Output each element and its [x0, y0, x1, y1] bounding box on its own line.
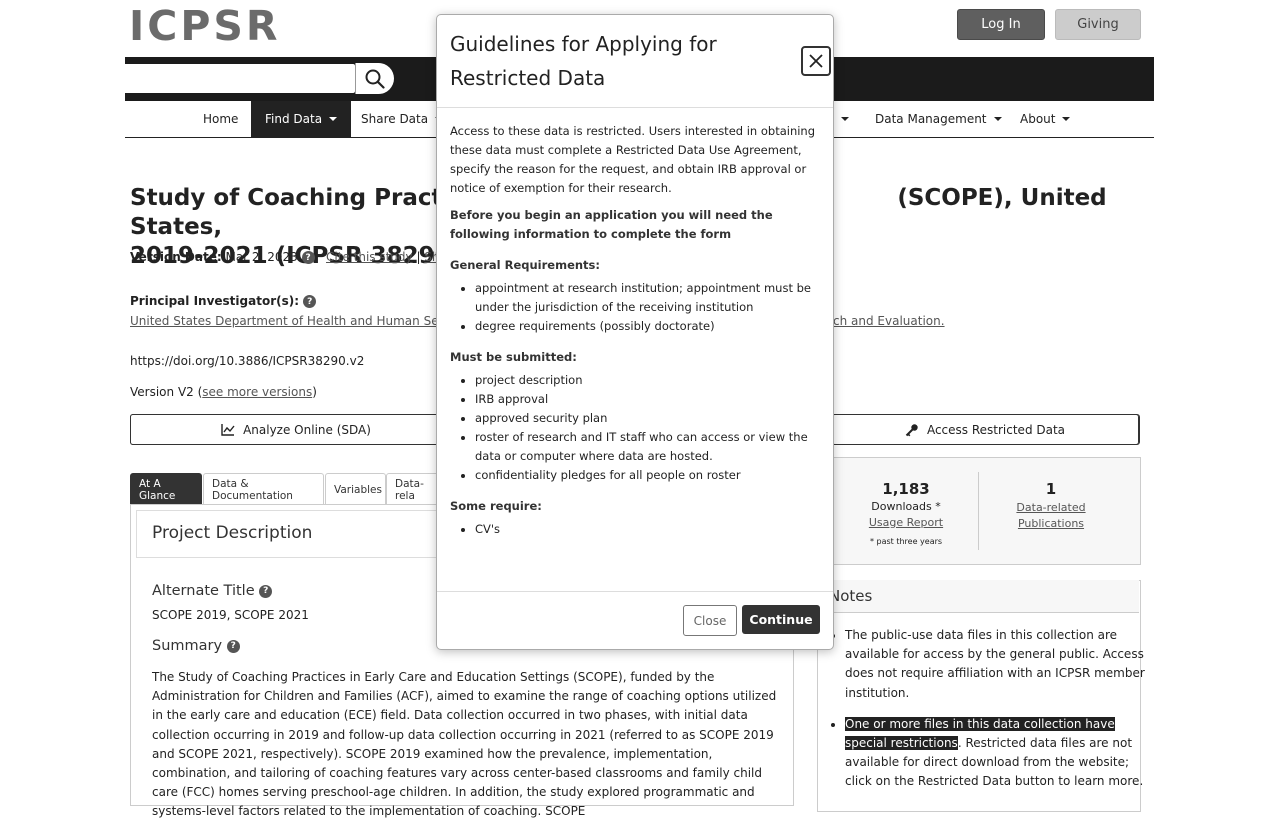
help-icon[interactable]: ? — [301, 251, 315, 264]
help-icon[interactable]: ? — [226, 639, 240, 653]
restricted-data-modal: Guidelines for Applying for Restricted D… — [436, 14, 834, 650]
chevron-down-icon — [329, 117, 338, 121]
publications-link[interactable]: Data-related Publications — [993, 500, 1109, 532]
list-item: degree requirements (possibly doctorate) — [475, 317, 820, 336]
list-item: project description — [475, 371, 820, 390]
search-icon — [365, 69, 385, 89]
list-item: approved security plan — [475, 409, 820, 428]
version-line: Version V2 (see more versions) — [130, 385, 317, 399]
list-item: CV's — [475, 520, 820, 539]
doi-text: https://doi.org/10.3886/ICPSR38290.v2 — [130, 354, 365, 368]
key-icon — [905, 423, 918, 436]
nav-share-data-label: Share Data — [361, 112, 429, 126]
project-description-heading: Project Description — [152, 523, 313, 543]
usage-report-link[interactable]: Usage Report — [848, 516, 964, 529]
version-date-label: Version Date: — [130, 250, 222, 264]
some-require-list: CV's — [450, 520, 820, 539]
chart-line-icon — [221, 423, 235, 436]
alternate-title-label: Alternate Title — [152, 583, 255, 599]
modal-footer-divider — [437, 591, 833, 592]
modal-header-divider — [437, 107, 833, 108]
downloads-label: Downloads * — [871, 500, 941, 513]
analyze-online-label: Analyze Online (SDA) — [243, 422, 371, 437]
tab-at-a-glance[interactable]: At A Glance — [130, 473, 202, 505]
nav-data-management-label: Data Management — [875, 112, 987, 126]
see-more-versions-link[interactable]: see more versions — [202, 385, 312, 399]
must-be-submitted-heading: Must be submitted: — [450, 350, 577, 364]
tab-variables[interactable]: Variables — [325, 473, 386, 505]
summary-heading: Summary ? — [152, 638, 240, 654]
downloads-count: 1,183 — [882, 480, 930, 498]
alternate-title-heading: Alternate Title ? — [152, 583, 273, 599]
nav-about-label: About — [1020, 112, 1056, 126]
stats-divider — [978, 472, 979, 550]
chevron-down-icon — [1062, 117, 1071, 121]
must-be-submitted-list: project description IRB approval approve… — [450, 371, 820, 485]
list-item: confidentiality pledges for all people o… — [475, 466, 820, 485]
help-icon[interactable]: ? — [259, 584, 273, 598]
summary-text: The Study of Coaching Practices in Early… — [152, 670, 777, 819]
nav-find-data[interactable]: Find Data — [251, 101, 352, 137]
cite-study-link[interactable]: Cite this study — [326, 250, 413, 264]
list-item: IRB approval — [475, 390, 820, 409]
alternate-title-value: SCOPE 2019, SCOPE 2021 — [152, 608, 309, 622]
close-icon — [809, 54, 823, 68]
stats-box: 1,183 Downloads * Usage Report * past th… — [817, 457, 1141, 565]
modal-close-button[interactable]: Close — [683, 605, 737, 636]
access-restricted-button[interactable]: Access Restricted Data — [832, 414, 1139, 445]
analyze-online-button[interactable]: Analyze Online (SDA) — [130, 414, 461, 445]
modal-close-x-button[interactable] — [801, 46, 831, 76]
icpsr-logo[interactable]: ICPSR — [129, 2, 281, 50]
nav-home[interactable]: Home — [189, 101, 252, 137]
giving-button[interactable]: Giving — [1055, 9, 1141, 40]
summary-label: Summary — [152, 638, 223, 654]
pi-label: Principal Investigator(s): ? — [130, 294, 317, 308]
nav-find-data-label: Find Data — [265, 112, 323, 126]
nav-about[interactable]: About — [1006, 101, 1084, 137]
list-item: roster of research and IT staff who can … — [475, 428, 820, 466]
nav-home-label: Home — [203, 112, 239, 126]
version-text: Version V2 ( — [130, 385, 203, 399]
modal-body: Access to these data is restricted. User… — [450, 122, 820, 547]
publications-link-line2: Publications — [1017, 517, 1085, 530]
general-requirements-list: appointment at research institution; app… — [450, 279, 820, 336]
modal-title: Guidelines for Applying for Restricted D… — [450, 32, 717, 90]
tab-data-documentation[interactable]: Data & Documentation — [203, 473, 324, 505]
list-item: appointment at research institution; app… — [475, 279, 820, 317]
general-requirements-heading: General Requirements: — [450, 258, 600, 272]
some-require-heading: Some require: — [450, 499, 542, 513]
version-date-line: Version Date: Mar 2, 2023 ? Cite this st… — [130, 250, 467, 264]
version-close: ) — [312, 385, 317, 399]
notes-list: The public-use data files in this collec… — [830, 626, 1145, 804]
notes-header: Notes — [817, 580, 1139, 613]
nav-data-management[interactable]: Data Management — [861, 101, 1016, 137]
login-button[interactable]: Log In — [957, 9, 1045, 40]
search-input[interactable] — [125, 64, 355, 93]
downloads-footnote: * past three years — [869, 537, 943, 546]
modal-before-text: Before you begin an application you will… — [450, 208, 773, 241]
chevron-down-icon — [841, 117, 849, 121]
access-restricted-label: Access Restricted Data — [926, 422, 1066, 437]
help-icon[interactable]: ? — [303, 295, 317, 308]
modal-continue-button[interactable]: Continue — [742, 605, 820, 634]
chevron-down-icon — [993, 117, 1002, 121]
notes-heading: Notes — [829, 587, 873, 605]
version-date-value: Mar 2, 2023 — [225, 250, 298, 264]
publications-link-line1: Data-related — [1016, 501, 1086, 514]
publications-count: 1 — [1045, 480, 1057, 498]
pi-link[interactable]: United States Department of Health and H… — [130, 314, 461, 328]
note-public-use: The public-use data files in this collec… — [845, 626, 1145, 703]
note-restricted: One or more files in this data collectio… — [845, 715, 1145, 792]
pi-label-text: Principal Investigator(s): — [130, 294, 300, 308]
search-button[interactable] — [355, 63, 394, 94]
pi-link-continued[interactable]: ch and Evaluation. — [833, 314, 945, 328]
modal-intro: Access to these data is restricted. User… — [450, 124, 816, 195]
